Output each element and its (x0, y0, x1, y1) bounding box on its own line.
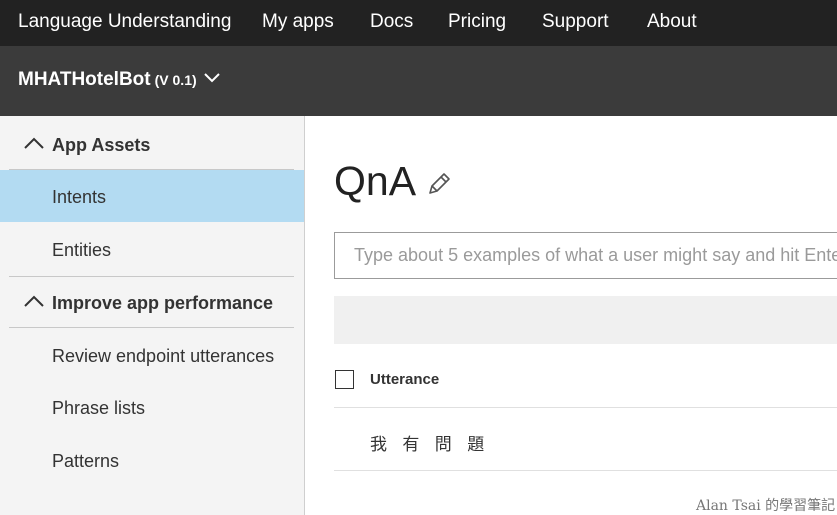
section-improve-label: Improve app performance (52, 293, 274, 313)
app-version: (V 0.1) (154, 72, 197, 88)
section-app-assets[interactable]: App Assets (0, 118, 305, 170)
utterance-toolbar (334, 296, 837, 344)
sidebar-item-review-endpoint[interactable]: Review endpoint utterances (0, 329, 304, 381)
sidebar-item-label: Phrase lists (52, 398, 146, 418)
app-header: MHATHotelBot (V 0.1) (0, 46, 837, 116)
section-improve-performance[interactable]: Improve app performance (0, 276, 305, 328)
sidebar-item-patterns[interactable]: Patterns (0, 434, 304, 486)
sidebar-item-label: Intents (52, 187, 107, 207)
app-selector[interactable]: MHATHotelBot (V 0.1) (18, 69, 220, 91)
utterance-input[interactable] (334, 232, 837, 279)
sidebar-item-label: Patterns (52, 451, 120, 471)
my-apps-link[interactable]: My apps (262, 11, 334, 33)
column-header-utterance: Utterance (370, 371, 440, 388)
page-title: QnA (334, 158, 417, 204)
pricing-link[interactable]: Pricing (448, 11, 506, 33)
sidebar-item-label: Entities (52, 240, 112, 260)
section-app-assets-label: App Assets (52, 135, 151, 155)
chevron-down-icon (204, 73, 220, 83)
main-content: QnA Utterance 我 有 問 題 (306, 116, 837, 515)
utterance-cell: 我 有 問 題 (370, 435, 490, 455)
brand-link[interactable]: Language Understanding (18, 11, 231, 33)
table-row[interactable]: 我 有 問 題 (334, 408, 837, 471)
docs-link[interactable]: Docs (370, 11, 413, 33)
app-name: MHATHotelBot (18, 69, 151, 90)
sidebar: App Assets Intents Entities Improve app … (0, 116, 305, 515)
top-nav-bar: Language Understanding My apps Docs Pric… (0, 0, 837, 46)
support-link[interactable]: Support (542, 11, 609, 33)
about-link[interactable]: About (647, 11, 697, 33)
divider (9, 327, 294, 328)
sidebar-item-label: Review endpoint utterances (52, 346, 275, 366)
select-all-checkbox[interactable] (335, 370, 354, 389)
sidebar-item-entities[interactable]: Entities (0, 223, 304, 275)
pencil-icon[interactable] (426, 171, 452, 197)
sidebar-item-intents[interactable]: Intents (0, 170, 304, 222)
watermark: Alan Tsai 的學習筆記 (696, 498, 836, 514)
chevron-up-icon (24, 137, 44, 149)
chevron-up-icon (24, 295, 44, 307)
table-header: Utterance (334, 358, 837, 408)
sidebar-item-phrase-lists[interactable]: Phrase lists (0, 381, 304, 433)
